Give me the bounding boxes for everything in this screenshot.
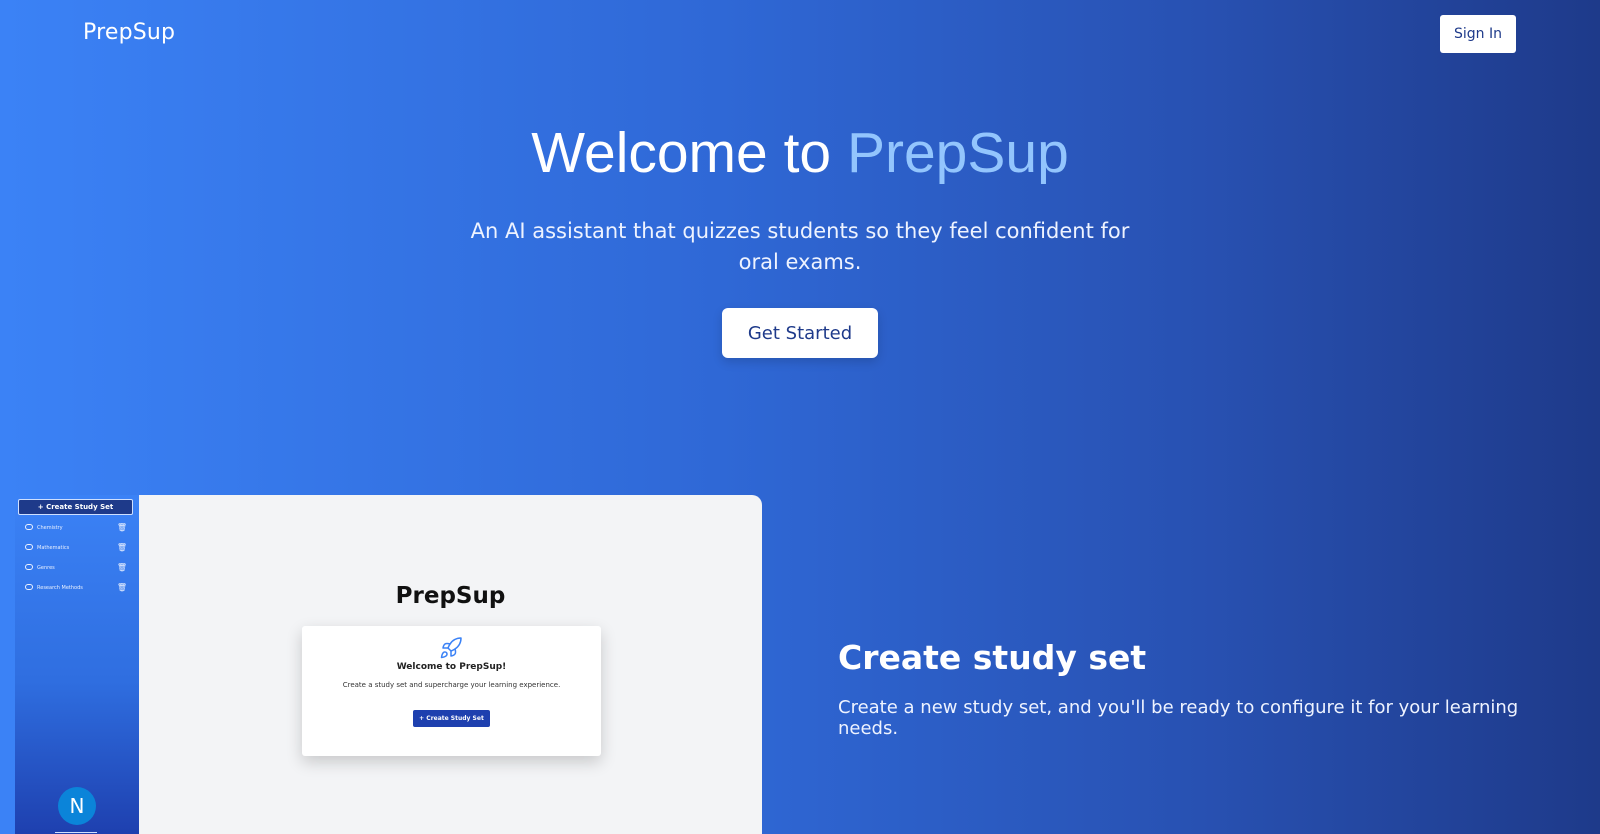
chat-icon: [25, 524, 33, 530]
preview-sidebar-item-label: Genres: [37, 565, 55, 571]
trash-icon: 🗑: [116, 523, 127, 532]
trash-icon: 🗑: [116, 563, 127, 572]
trash-icon: 🗑: [116, 583, 127, 592]
preview-sidebar-item: Research Methods 🗑: [25, 581, 127, 595]
brand-logo[interactable]: PrepSup: [83, 20, 175, 45]
hero-title-prefix: Welcome to: [531, 121, 832, 185]
preview-sidebar: + Create Study Set Chemistry 🗑 Mathemati…: [15, 495, 139, 834]
hero-title-accent: PrepSup: [846, 121, 1069, 185]
preview-sidebar-item: Chemistry 🗑: [25, 521, 127, 535]
sign-in-button[interactable]: Sign In: [1440, 15, 1516, 53]
preview-card-create-button: + Create Study Set: [413, 710, 490, 727]
preview-title: PrepSup: [395, 583, 506, 609]
preview-card-heading: Welcome to PrepSup!: [396, 662, 507, 672]
preview-sidebar-item-label: Chemistry: [37, 525, 63, 531]
preview-sidebar-item-label: Mathematics: [37, 545, 70, 551]
preview-sidebar-item-label: Research Methods: [37, 585, 83, 591]
preview-main-panel: PrepSup Welcome to PrepSup! Create a stu…: [139, 495, 762, 834]
app-preview: + Create Study Set Chemistry 🗑 Mathemati…: [15, 495, 762, 834]
hero-title: Welcome to PrepSup: [0, 120, 1600, 186]
hero-subtitle: An AI assistant that quizzes students so…: [470, 219, 1130, 274]
feature-description: Create a new study set, and you'll be re…: [838, 697, 1519, 739]
preview-create-study-set-button: + Create Study Set: [18, 499, 133, 515]
chat-icon: [25, 544, 33, 550]
chat-icon: [25, 584, 33, 590]
chat-icon: [25, 564, 33, 570]
preview-card-description: Create a study set and supercharge your …: [342, 681, 561, 689]
preview-welcome-card: Welcome to PrepSup! Create a study set a…: [302, 626, 601, 756]
preview-sidebar-item: Genres 🗑: [25, 561, 127, 575]
rocket-icon: [440, 637, 462, 659]
get-started-button[interactable]: Get Started: [722, 308, 878, 358]
preview-sidebar-item: Mathematics 🗑: [25, 541, 127, 555]
preview-avatar: N: [58, 787, 96, 825]
feature-title: Create study set: [838, 638, 1147, 677]
trash-icon: 🗑: [116, 543, 127, 552]
